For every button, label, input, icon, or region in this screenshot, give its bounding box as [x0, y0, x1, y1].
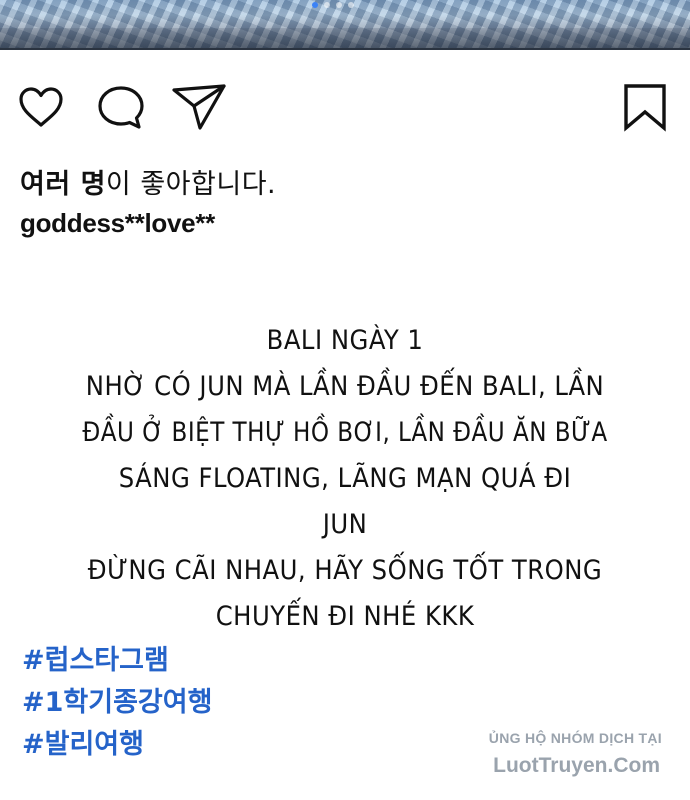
watermark-site: LuotTruyen.Com — [493, 754, 660, 777]
caption-line: CHUYẾN ĐI NHÉ KKK — [215, 601, 475, 632]
post-action-bar — [0, 80, 690, 140]
photo-shadow — [0, 28, 690, 50]
bookmark-icon[interactable] — [621, 82, 669, 132]
heart-icon[interactable] — [18, 86, 64, 128]
post-photo[interactable] — [0, 0, 690, 50]
caption-line: SÁNG FLOATING, LÃNG MẠN QUÁ ĐI — [118, 463, 572, 494]
likes-bold-text: 여러 명 — [20, 169, 106, 200]
caption-line: ĐẦU Ở BIỆT THỰ HỒ BƠI, LẦN ĐẦU ĂN BỮA — [82, 417, 608, 448]
photo-edge — [0, 48, 690, 50]
watermark-text: ỦNG HỘ NHÓM DỊCH TẠI — [488, 730, 662, 746]
carousel-dot — [312, 2, 318, 8]
carousel-dot — [348, 2, 354, 8]
caption-line: BALI NGÀY 1 — [266, 325, 424, 356]
hashtag-link[interactable]: #발리여행 — [22, 724, 212, 766]
watermark: ỦNG HỘ NHÓM DỊCH TẠI LuotTruyen.Com — [488, 730, 662, 778]
carousel-dot — [324, 2, 330, 8]
caption-line: JUN — [322, 509, 368, 540]
hashtag-link[interactable]: #1학기종강여행 — [22, 682, 212, 724]
caption-line: NHỜ CÓ JUN MÀ LẦN ĐẦU ĐẾN BALI, LẦN — [85, 371, 605, 402]
likes-rest-text: 이 좋아합니다. — [105, 169, 277, 200]
hashtag-list: #럽스타그램 #1학기종강여행 #발리여행 — [22, 640, 212, 766]
comment-bubble-icon[interactable] — [96, 84, 146, 132]
carousel-indicator — [312, 2, 354, 8]
carousel-dot — [336, 2, 342, 8]
post-caption: BALI NGÀY 1 NHỜ CÓ JUN MÀ LẦN ĐẦU ĐẾN BA… — [0, 318, 690, 640]
likes-count[interactable]: 여러 명이 좋아합니다. — [20, 162, 276, 201]
paper-plane-icon[interactable] — [170, 82, 228, 132]
post-username[interactable]: goddess**love** — [20, 208, 215, 239]
caption-line: ĐỪNG CÃI NHAU, HÃY SỐNG TỐT TRONG — [87, 555, 603, 586]
hashtag-link[interactable]: #럽스타그램 — [22, 640, 212, 682]
